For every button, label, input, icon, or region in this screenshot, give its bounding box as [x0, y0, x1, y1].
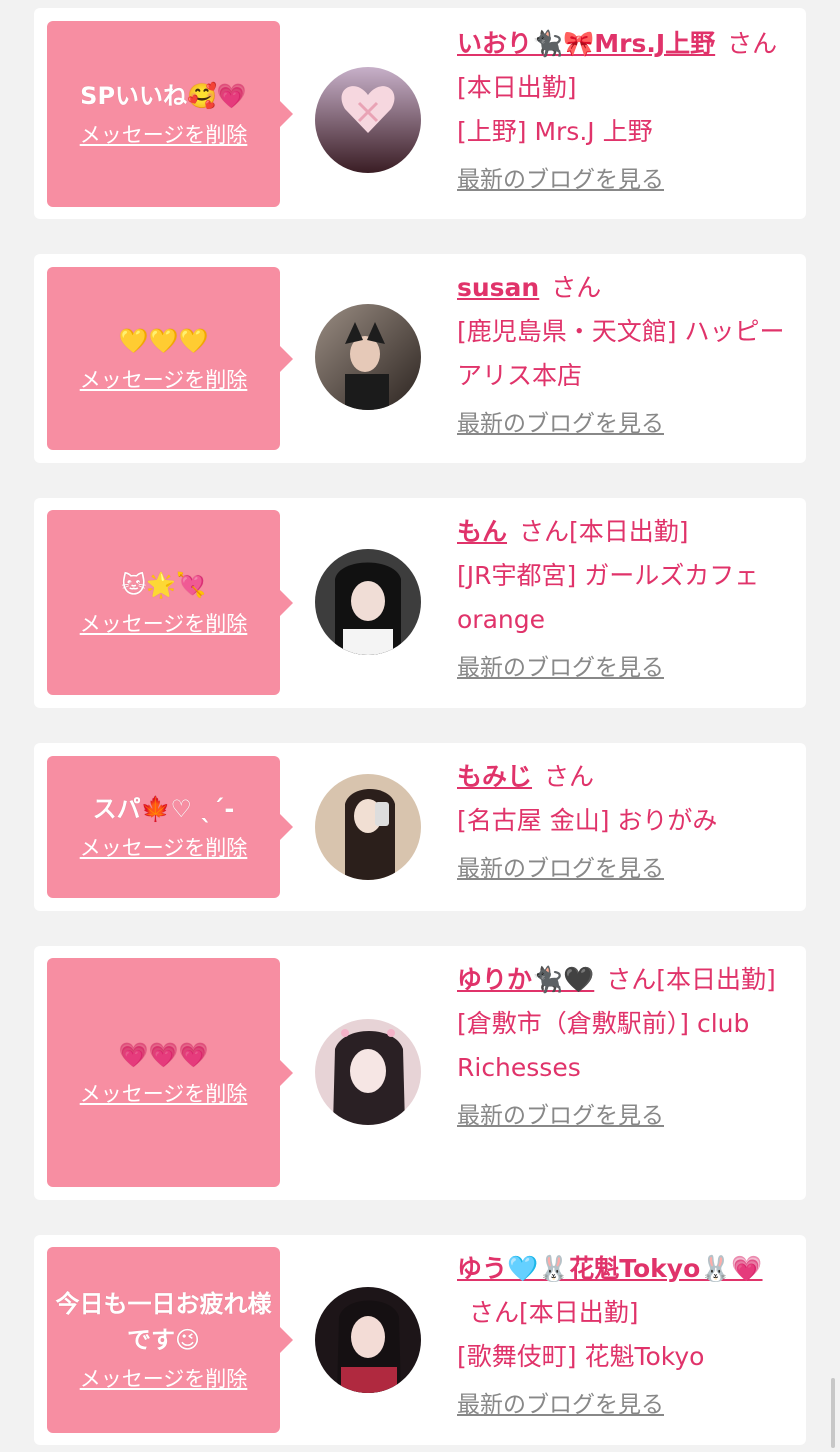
sender-name-link[interactable]: susan [457, 273, 539, 302]
message-text: SPいいね🥰💗 [80, 82, 247, 110]
sender-name-link[interactable]: ゆりか🐈‍⬛🖤 [457, 965, 594, 994]
avatar[interactable] [315, 774, 421, 880]
message-text: スパ🍁♡ ˎˊ- [92, 795, 235, 823]
delete-message-button[interactable]: メッセージを削除 [80, 1079, 248, 1109]
view-blog-link[interactable]: 最新のブログを見る [457, 404, 793, 444]
shop-name: [名古屋 金山] おりがみ [457, 806, 718, 835]
work-status: [本日出勤] [569, 517, 689, 546]
view-blog-link[interactable]: 最新のブログを見る [457, 160, 793, 200]
honorific: さん [469, 1298, 520, 1327]
sender-name-link[interactable]: もみじ [457, 762, 532, 791]
message-bubble: スパ🍁♡ ˎˊ- メッセージを削除 [47, 756, 293, 898]
avatar[interactable] [315, 549, 421, 655]
scrollbar[interactable] [831, 1378, 835, 1448]
message-bubble: 💛💛💛 メッセージを削除 [47, 267, 293, 450]
message-card: 💗💗💗 メッセージを削除 ゆりか🐈‍⬛🖤 さん[本日出勤] [倉敷市（倉敷駅前）]… [34, 946, 806, 1200]
shop-name: [倉敷市（倉敷駅前）] club Richesses [457, 1009, 750, 1082]
message-bubble: 🐱🌟💘 メッセージを削除 [47, 510, 293, 695]
delete-message-button[interactable]: メッセージを削除 [80, 833, 248, 863]
view-blog-link[interactable]: 最新のブログを見る [457, 648, 793, 688]
sender-info: もみじ さん [名古屋 金山] おりがみ 最新のブログを見る [457, 755, 793, 889]
avatar[interactable] [315, 1287, 421, 1393]
sender-info: susan さん [鹿児島県・天文館] ハッピーアリス本店 最新のブログを見る [457, 266, 793, 444]
work-status: [本日出勤] [519, 1298, 639, 1327]
shop-name: [鹿児島県・天文館] ハッピーアリス本店 [457, 317, 785, 390]
sender-name-link[interactable]: いおり🐈‍⬛🎀Mrs.J上野 [457, 29, 715, 58]
sender-info: ゆりか🐈‍⬛🖤 さん[本日出勤] [倉敷市（倉敷駅前）] club Richess… [457, 958, 793, 1136]
sender-name-link[interactable]: もん [457, 517, 507, 546]
message-card: 🐱🌟💘 メッセージを削除 もん さん[本日出勤] [JR宇都宮] ガールズカフェ … [34, 498, 806, 708]
delete-message-button[interactable]: メッセージを削除 [80, 1364, 248, 1394]
message-list: SPいいね🥰💗 メッセージを削除 いおり🐈‍⬛🎀Mrs.J上野 さん [本日出勤] … [0, 0, 840, 1452]
message-card: 今日も一日お疲れ様です😉 メッセージを削除 ゆう🩵🐰花魁Tokyo🐰💗 さん[本日… [34, 1235, 806, 1445]
shop-name: [JR宇都宮] ガールズカフェ orange [457, 561, 760, 634]
avatar[interactable] [315, 67, 421, 173]
view-blog-link[interactable]: 最新のブログを見る [457, 849, 793, 889]
delete-message-button[interactable]: メッセージを削除 [80, 365, 248, 395]
sender-info: もん さん[本日出勤] [JR宇都宮] ガールズカフェ orange 最新のブログ… [457, 510, 793, 688]
honorific: さん [544, 762, 595, 791]
message-card: スパ🍁♡ ˎˊ- メッセージを削除 もみじ さん [名古屋 金山] おりがみ 最新… [34, 743, 806, 911]
view-blog-link[interactable]: 最新のブログを見る [457, 1385, 793, 1425]
sender-info: いおり🐈‍⬛🎀Mrs.J上野 さん [本日出勤] [上野] Mrs.J 上野 最新の… [457, 22, 793, 200]
delete-message-button[interactable]: メッセージを削除 [80, 120, 248, 150]
sender-name-link[interactable]: ゆう🩵🐰花魁Tokyo🐰💗 [457, 1254, 763, 1283]
work-status: [本日出勤] [457, 73, 577, 102]
avatar[interactable] [315, 1019, 421, 1125]
honorific: さん [519, 517, 570, 546]
message-text: 💗💗💗 [118, 1040, 209, 1069]
shop-name: [歌舞伎町] 花魁Tokyo [457, 1342, 705, 1371]
sender-info: ゆう🩵🐰花魁Tokyo🐰💗 さん[本日出勤] [歌舞伎町] 花魁Tokyo 最新の… [457, 1247, 793, 1425]
message-text: 💛💛💛 [118, 326, 209, 355]
message-text: 今日も一日お疲れ様です😉 [55, 1290, 272, 1354]
message-card: 💛💛💛 メッセージを削除 susan さん [鹿児島県・天文館] ハッピーアリス本… [34, 254, 806, 463]
avatar[interactable] [315, 304, 421, 410]
delete-message-button[interactable]: メッセージを削除 [80, 609, 248, 639]
message-text: 🐱🌟💘 [121, 570, 206, 599]
view-blog-link[interactable]: 最新のブログを見る [457, 1096, 793, 1136]
work-status: [本日出勤] [656, 965, 776, 994]
honorific: さん [551, 273, 602, 302]
honorific: さん [727, 29, 778, 58]
honorific: さん [606, 965, 657, 994]
shop-name: [上野] Mrs.J 上野 [457, 117, 653, 146]
message-bubble: 今日も一日お疲れ様です😉 メッセージを削除 [47, 1247, 293, 1433]
message-bubble: SPいいね🥰💗 メッセージを削除 [47, 21, 293, 207]
message-bubble: 💗💗💗 メッセージを削除 [47, 958, 293, 1187]
message-card: SPいいね🥰💗 メッセージを削除 いおり🐈‍⬛🎀Mrs.J上野 さん [本日出勤] … [34, 8, 806, 219]
